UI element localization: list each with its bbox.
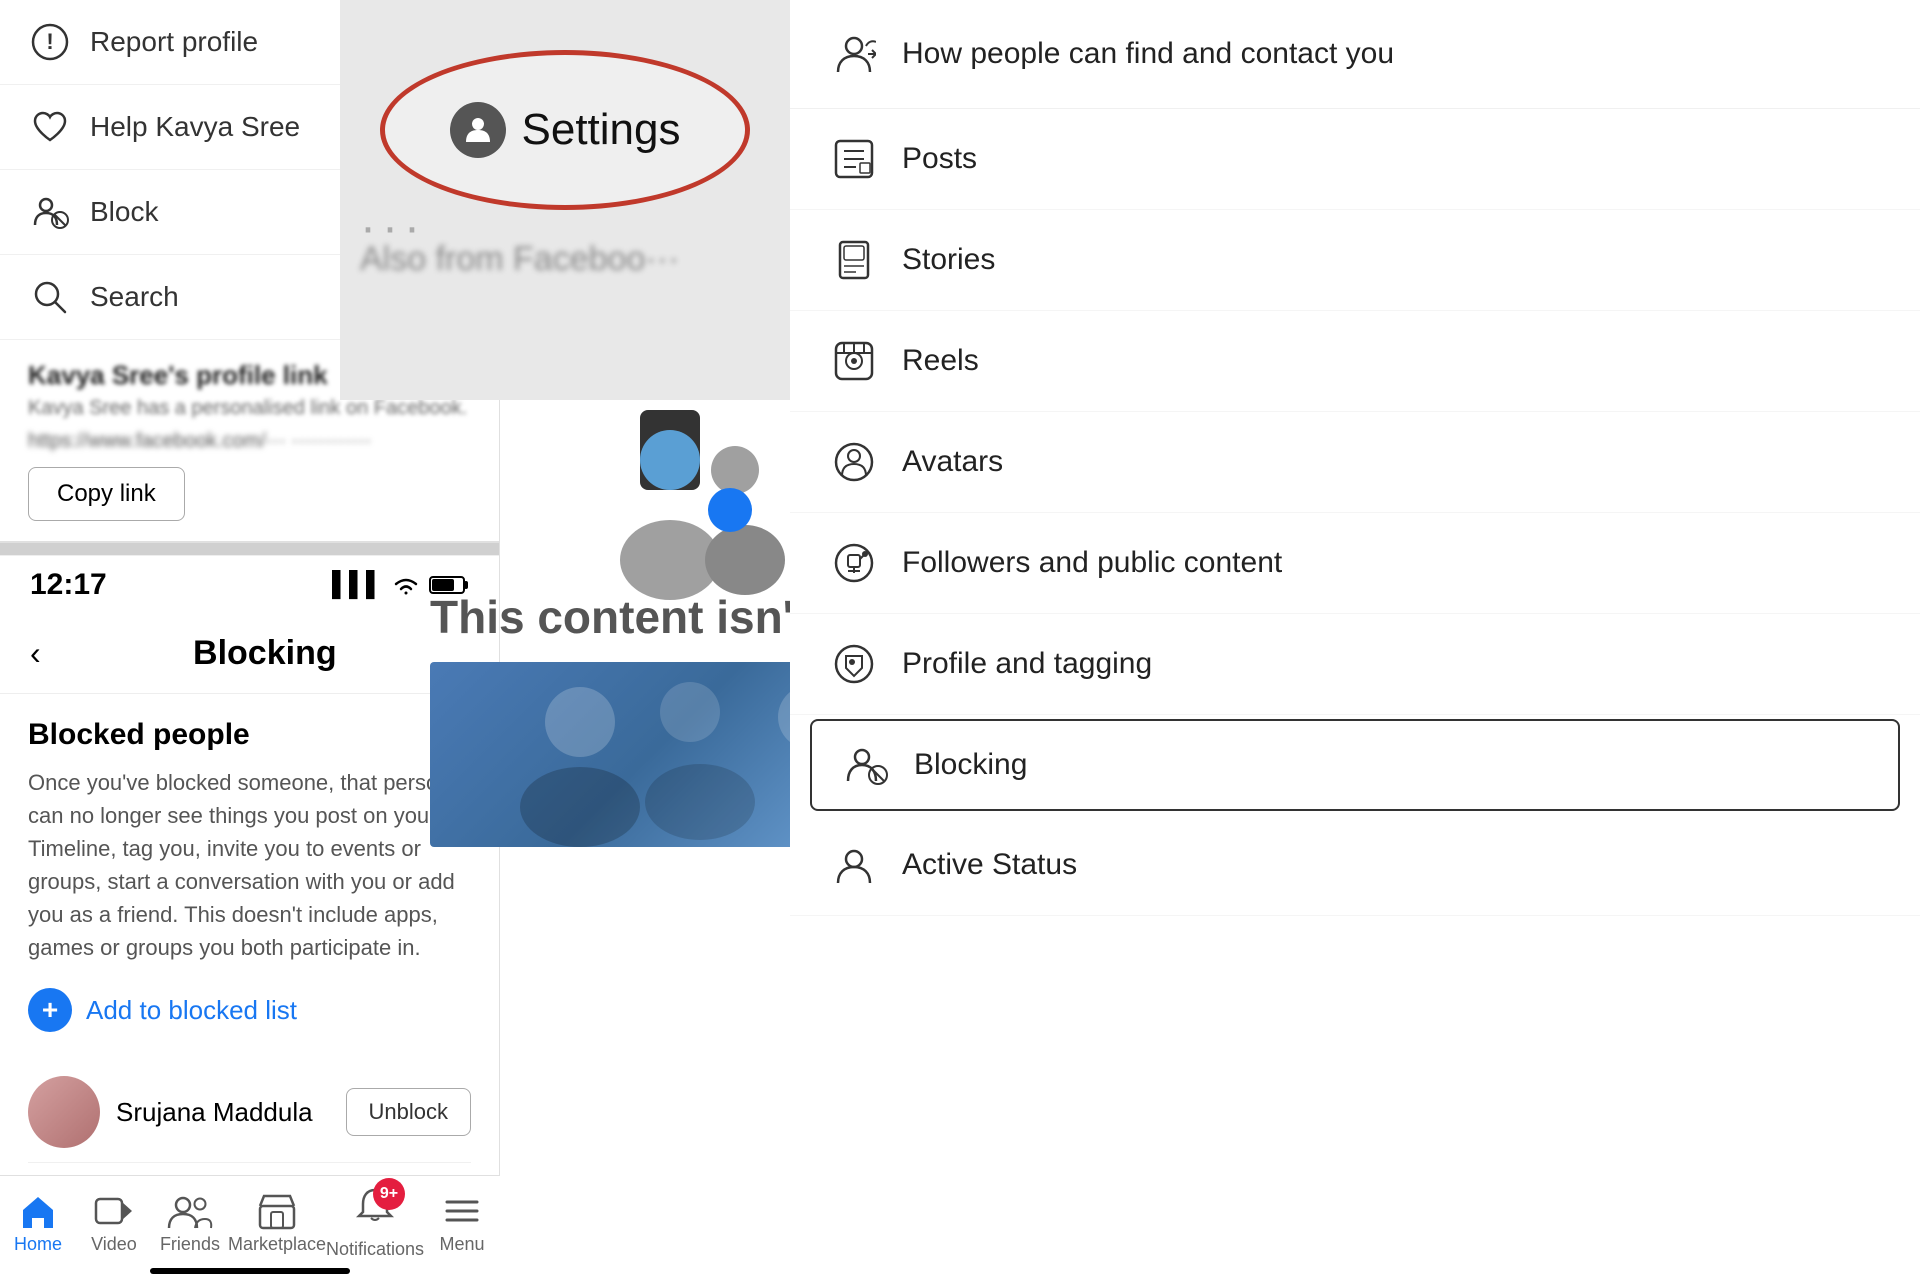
gray-divider [0,543,499,555]
search-label: Search [90,281,179,313]
settings-container: Settings [370,40,760,220]
blocking-header: ‹ Blocking [0,614,499,694]
avatars-icon [830,438,878,486]
settings-circle: Settings [380,50,750,210]
profile-dots: ··· [360,200,426,255]
nav-marketplace[interactable]: Marketplace [228,1192,326,1255]
signal-icon: ▌▌▌ [332,571,383,599]
nav-friends[interactable]: Friends [152,1192,228,1255]
blocking-title: Blocking [61,634,469,673]
nav-video-label: Video [91,1234,137,1255]
profile-url: https://www.facebook.com/··· ···········… [28,430,471,453]
profile-link-desc: Kavya Sree has a personalised link on Fa… [28,397,471,420]
user-block-icon [30,192,70,232]
settings-avatar-icon [450,102,506,158]
svg-text:!: ! [46,29,53,54]
block-label: Block [90,196,158,228]
add-to-blocked-list[interactable]: + Add to blocked list [28,988,471,1032]
settings-item-avatars[interactable]: Avatars [790,412,1920,513]
settings-label: Settings [522,105,681,155]
unblock-button-srujana[interactable]: Unblock [346,1088,471,1136]
back-button[interactable]: ‹ [30,635,41,672]
search-icon [30,277,70,317]
nav-friends-label: Friends [160,1234,220,1255]
friends-icon [167,1192,213,1230]
user-avatar-srujana [28,1076,100,1148]
avatars-label: Avatars [902,445,1003,479]
settings-item-active-status[interactable]: Active Status [790,815,1920,916]
copy-link-button[interactable]: Copy link [28,467,185,521]
settings-item-stories[interactable]: Stories [790,210,1920,311]
nav-notifications-label: Notifications [326,1239,424,1260]
nav-home-label: Home [14,1234,62,1255]
blocking-icon [842,741,890,789]
menu-icon [441,1192,483,1230]
notification-badge: 9+ [373,1178,405,1210]
tag-icon [830,640,878,688]
settings-item-profile-tagging[interactable]: Profile and tagging [790,614,1920,715]
nav-menu[interactable]: Menu [424,1192,500,1255]
blocked-description: Once you've blocked someone, that person… [28,766,471,964]
settings-item-reels[interactable]: Reels [790,311,1920,412]
nav-notifications[interactable]: 9+ Notifications [326,1186,424,1260]
heart-icon [30,107,70,147]
blocked-heading: Blocked people [28,718,471,752]
blocking-illustration [590,400,790,600]
active-status-icon [830,841,878,889]
user-name-srujana: Srujana Maddula [116,1097,330,1128]
nav-home[interactable]: Home [0,1192,76,1255]
how-people-item[interactable]: How people can find and contact you [790,0,1920,109]
middle-settings-area: Settings Also from Faceboo··· ··· [340,0,790,400]
settings-item-posts[interactable]: Posts [790,109,1920,210]
reels-icon [830,337,878,385]
marketplace-icon [256,1192,298,1230]
posts-label: Posts [902,142,977,176]
add-blocked-text: Add to blocked list [86,995,297,1026]
alert-circle-icon: ! [30,22,70,62]
status-bar: 12:17 ▌▌▌ [0,555,499,614]
how-people-icon [830,30,878,78]
profile-tagging-label: Profile and tagging [902,647,1152,681]
followers-icon [830,539,878,587]
stories-icon [830,236,878,284]
blocking-label: Blocking [914,748,1027,782]
nav-video[interactable]: Video [76,1192,152,1255]
bottom-navigation: Home Video Friends [0,1175,500,1280]
posts-icon [830,135,878,183]
settings-item-followers[interactable]: Followers and public content [790,513,1920,614]
bell-icon: 9+ [355,1186,395,1235]
report-label: Report profile [90,26,258,58]
home-icon [17,1192,59,1230]
help-label: Help Kavya Sree [90,111,300,143]
right-settings-panel: How people can find and contact you Post… [790,0,1920,1280]
blocked-user-row: Srujana Maddula Unblock [28,1062,471,1163]
wifi-icon [391,573,421,597]
reels-label: Reels [902,344,979,378]
status-time: 12:17 [30,568,107,602]
nav-menu-label: Menu [440,1234,485,1255]
add-icon: + [28,988,72,1032]
how-people-label: How people can find and contact you [902,37,1394,71]
home-indicator [150,1268,350,1274]
active-status-label: Active Status [902,848,1077,882]
settings-item-blocking[interactable]: Blocking [810,719,1900,811]
stories-label: Stories [902,243,995,277]
nav-marketplace-label: Marketplace [228,1234,326,1255]
video-icon [93,1192,135,1230]
followers-label: Followers and public content [902,546,1282,580]
